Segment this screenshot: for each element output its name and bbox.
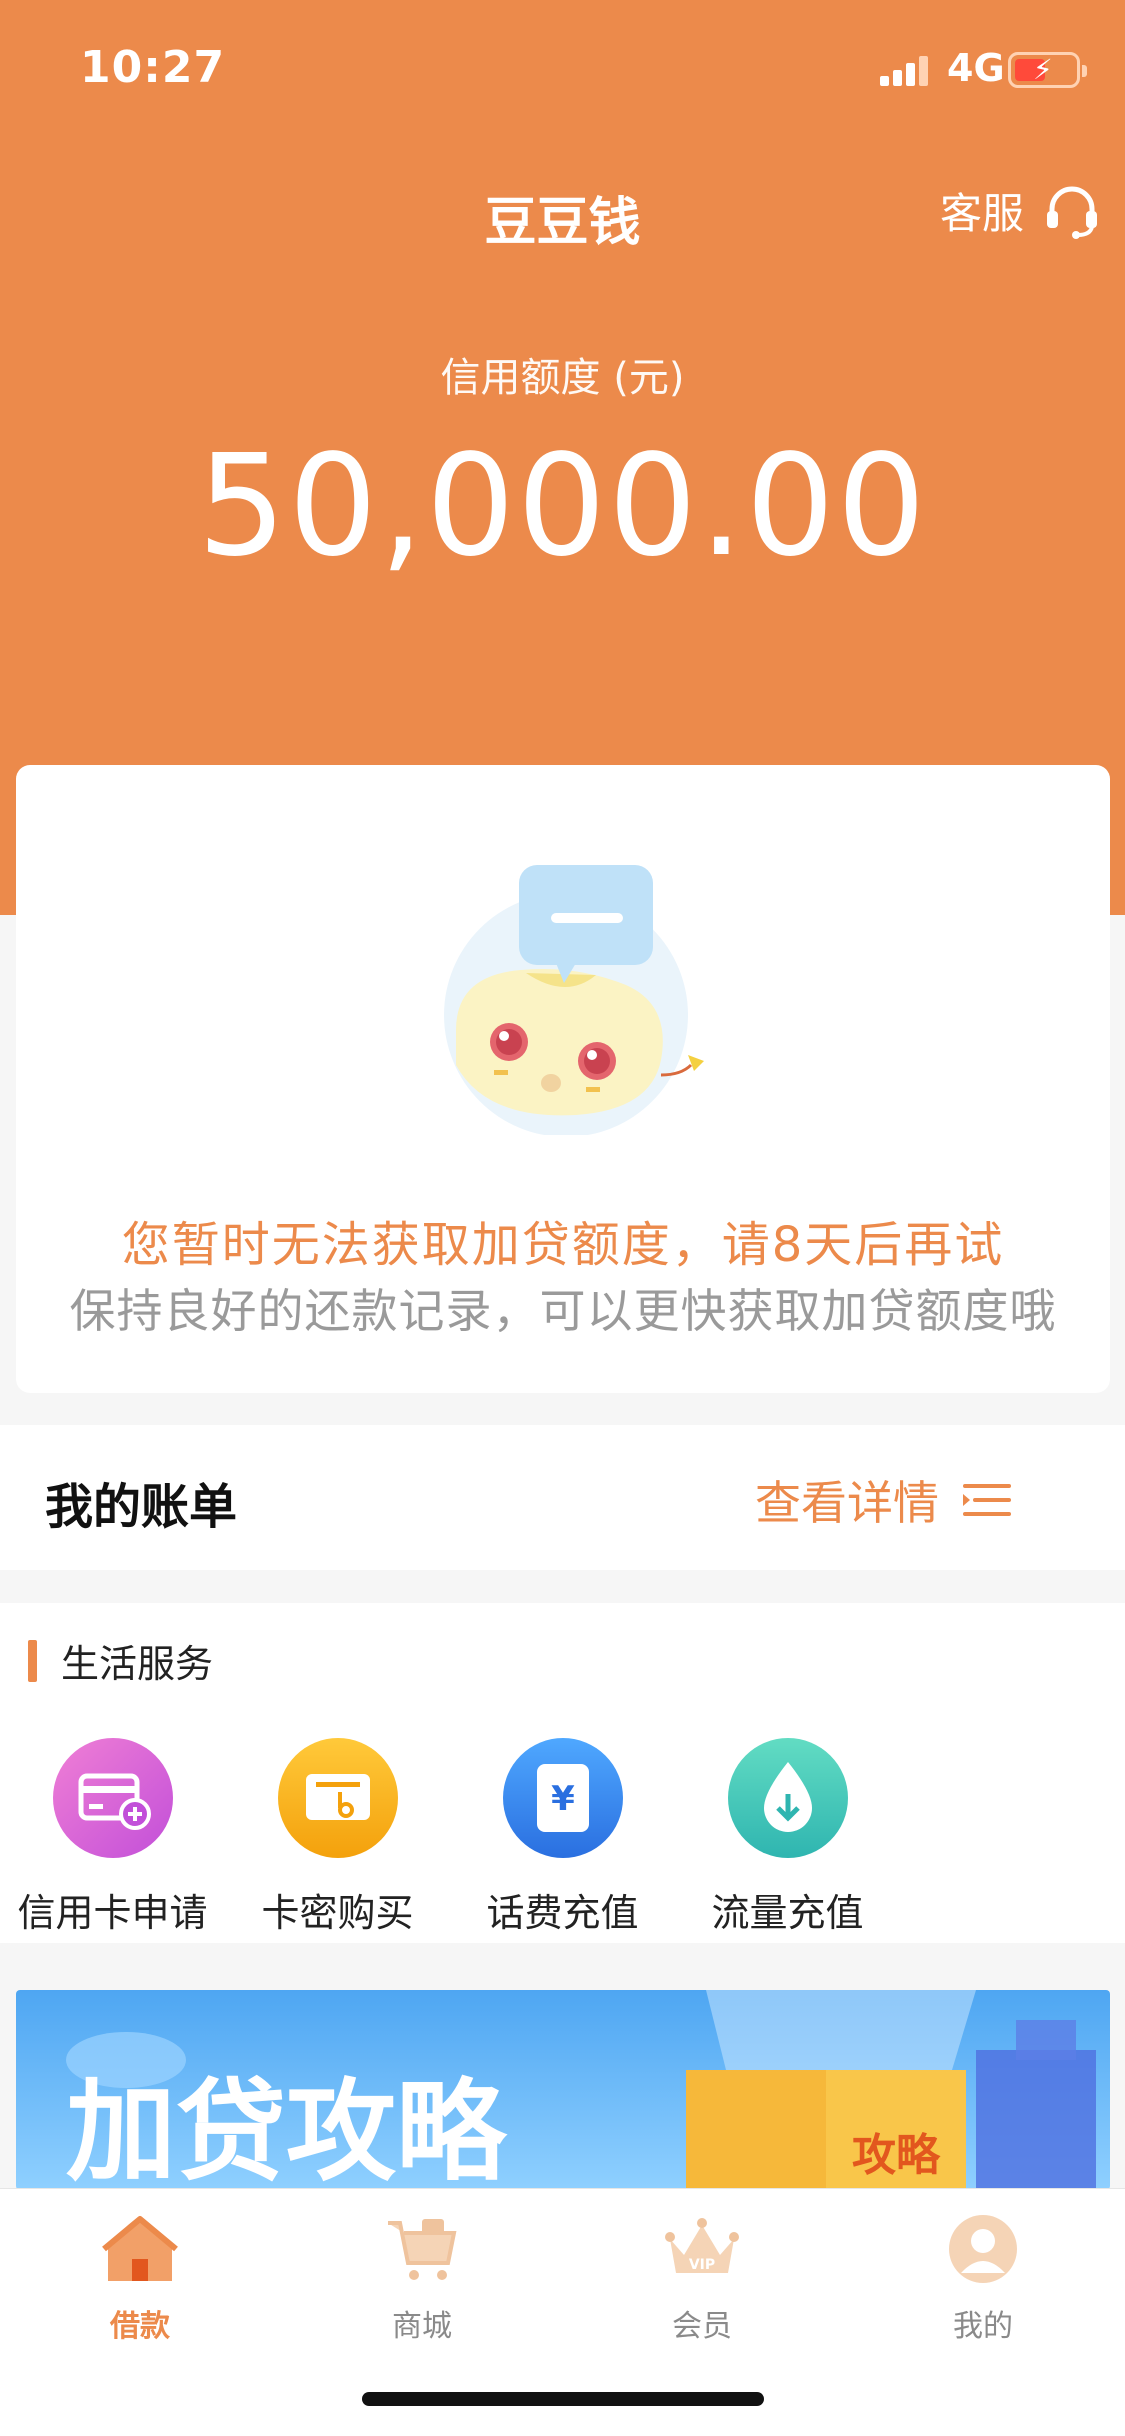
service-label: 流量充值	[711, 1891, 864, 1935]
notice-card: 您暂时无法获取加贷额度，请8天后再试 保持良好的还款记录，可以更快获取加贷额度哦	[16, 765, 1110, 1393]
card-key-icon	[277, 1738, 398, 1858]
headset-icon	[1047, 186, 1098, 239]
life-services-header: 生活服务	[28, 1633, 213, 1688]
svg-text:¥: ¥	[551, 1779, 575, 1819]
network-type: 4G	[947, 46, 1005, 90]
svg-text:VIP: VIP	[689, 2257, 715, 2273]
life-services-section: 生活服务 信用卡申请 卡密购买 ¥ 话费充值 流量充值	[0, 1603, 1125, 1943]
service-label: 话费充值	[486, 1891, 639, 1935]
view-details-label: 查看详情	[755, 1476, 939, 1530]
my-bill-row[interactable]: 我的账单 查看详情	[0, 1425, 1125, 1570]
banner-illustration: 攻略 加贷攻略	[16, 1990, 1110, 2190]
tab-member[interactable]: VIP 会员	[602, 2209, 802, 2345]
customer-service-button[interactable]: 客服	[940, 180, 1102, 241]
my-bill-title: 我的账单	[45, 1479, 238, 1535]
status-time: 10:27	[80, 42, 226, 93]
customer-service-label: 客服	[940, 189, 1025, 238]
cart-icon	[388, 2219, 457, 2280]
service-data-recharge[interactable]: 流量充值	[675, 1738, 900, 1937]
view-details-button[interactable]: 查看详情	[755, 1467, 1013, 1533]
tab-label: 商城	[392, 2309, 452, 2344]
credit-limit-label: 信用额度 (元)	[440, 355, 685, 401]
loan-guide-banner[interactable]: 攻略 加贷攻略	[16, 1990, 1110, 2190]
service-label: 卡密购买	[261, 1891, 414, 1935]
status-bar: 10:27 4G ⚡	[0, 0, 1125, 130]
tab-label: 我的	[953, 2309, 1013, 2344]
banner-book-text: 攻略	[852, 2130, 941, 2181]
vip-crown-icon: VIP	[665, 2218, 739, 2273]
app-screen: 10:27 4G ⚡ 豆豆钱 客服 信用额度 (元) 50,000.00 您暂时…	[0, 0, 1125, 2436]
section-accent-bar	[28, 1639, 37, 1682]
battery-icon: ⚡	[1008, 52, 1087, 88]
home-icon	[102, 2216, 178, 2281]
service-phone-recharge[interactable]: ¥ 话费充值	[450, 1738, 675, 1937]
notice-secondary-text: 保持良好的还款记录，可以更快获取加贷额度哦	[69, 1284, 1057, 1338]
notice-primary-text: 您暂时无法获取加贷额度，请8天后再试	[121, 1217, 1005, 1273]
credit-card-add-icon	[52, 1738, 173, 1858]
phone-bill-yuan-icon: ¥	[502, 1738, 623, 1858]
list-icon	[963, 1484, 1011, 1516]
tab-label: 会员	[672, 2309, 732, 2344]
data-drop-icon	[727, 1738, 848, 1858]
service-credit-card-apply[interactable]: 信用卡申请	[0, 1738, 225, 1937]
signal-icon	[880, 56, 936, 86]
tab-label: 借款	[110, 2309, 170, 2344]
mascot-illustration	[444, 865, 704, 1135]
home-indicator[interactable]	[362, 2392, 764, 2406]
profile-icon	[949, 2215, 1017, 2283]
service-card-key-purchase[interactable]: 卡密购买	[225, 1738, 450, 1937]
tab-mine[interactable]: 我的	[883, 2209, 1083, 2345]
service-label: 信用卡申请	[17, 1891, 208, 1935]
tab-mall[interactable]: 商城	[322, 2209, 522, 2345]
credit-limit-amount: 50,000.00	[197, 425, 928, 588]
tab-loan[interactable]: 借款	[40, 2209, 240, 2345]
life-services-title: 生活服务	[61, 1642, 214, 1686]
banner-title: 加贷攻略	[66, 2068, 508, 2190]
